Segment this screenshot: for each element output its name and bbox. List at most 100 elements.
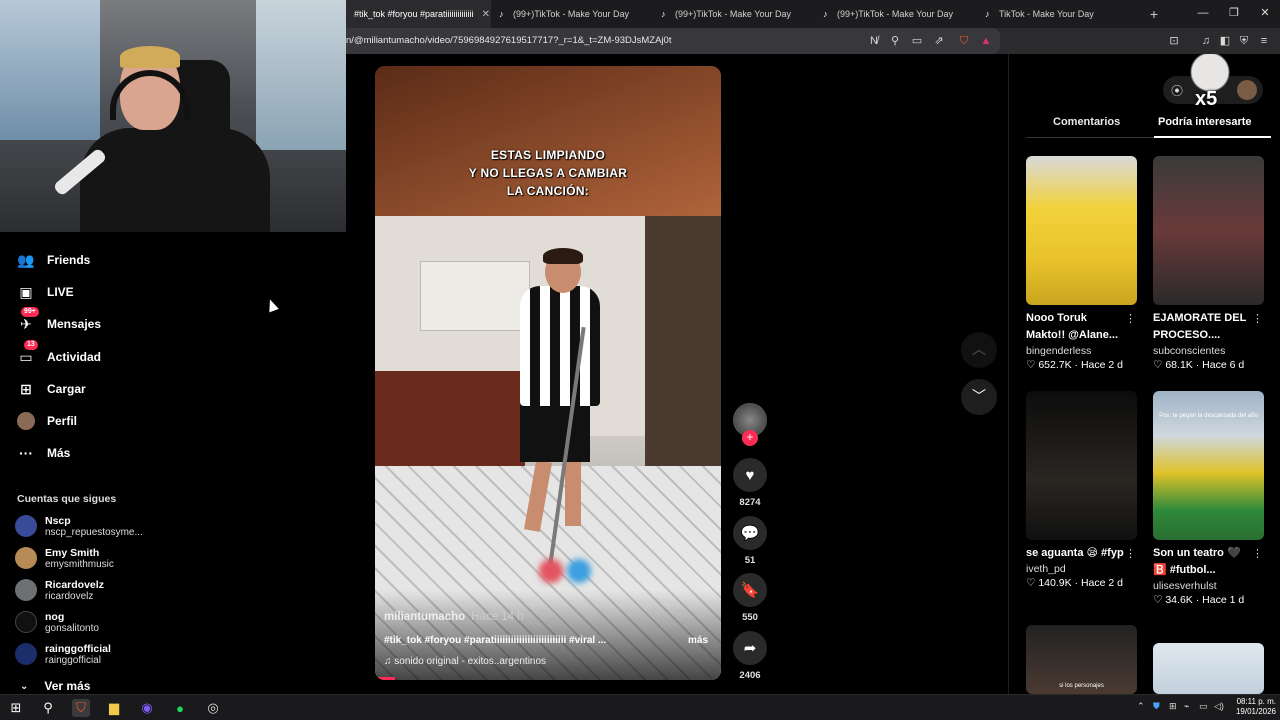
- heart-icon: ♥: [733, 458, 767, 492]
- sidebar-item-upload[interactable]: ⊞ Cargar: [17, 377, 86, 401]
- suggested-video-card[interactable]: si los personajes: [1026, 625, 1138, 694]
- sidebar-item-live[interactable]: ▣ LIVE: [17, 280, 73, 304]
- tab-label: (99+)TikTok - Make Your Day: [837, 9, 953, 19]
- new-tab-button[interactable]: +: [1139, 6, 1169, 22]
- tray-app-icon[interactable]: ⌁: [1184, 701, 1189, 712]
- more-options-icon[interactable]: ⋮: [1252, 547, 1263, 560]
- more-options-icon[interactable]: ⋮: [1252, 312, 1263, 325]
- video-author[interactable]: miliantumacho Hace 14 h: [384, 611, 524, 623]
- previous-video-button[interactable]: ︿: [961, 332, 997, 368]
- volume-icon[interactable]: ◁): [1214, 701, 1224, 712]
- share-icon[interactable]: ⇗: [931, 33, 947, 49]
- spotify-icon[interactable]: ●: [171, 699, 189, 717]
- sidebar-toggle-icon[interactable]: ⊡: [1166, 33, 1182, 49]
- browser-tab[interactable]: ♪ (99+)TikTok - Make Your Day: [653, 0, 815, 28]
- windows-taskbar: ⊞ ⚲ ⛉ ▆ ◉ ● ◎ ⌃ ⛊ ⊞ ⌁ ▭ ◁) 08:11 p. m. 1…: [0, 694, 1280, 720]
- see-more-label: Ver más: [44, 679, 91, 693]
- suggested-video-card[interactable]: [1153, 643, 1265, 694]
- browser-tab[interactable]: #tik_tok #foryou #paratiiiiiiiiiiiiii ✕: [346, 0, 491, 28]
- restore-icon[interactable]: ❐: [1217, 0, 1251, 28]
- split-view-icon[interactable]: ◧: [1217, 33, 1233, 49]
- heart-outline-icon: ♡: [1026, 359, 1039, 371]
- following-name: Ricardovelz: [45, 578, 104, 591]
- sidebar-item-profile[interactable]: Perfil: [17, 409, 77, 433]
- following-item[interactable]: Ricardovelz ricardovelz: [15, 576, 104, 604]
- next-video-button[interactable]: ﹀: [961, 379, 997, 415]
- tab-label: (99+)TikTok - Make Your Day: [513, 9, 629, 19]
- following-item[interactable]: Emy Smith emysmithmusic: [15, 544, 114, 572]
- minimize-icon[interactable]: —: [1186, 0, 1220, 28]
- browser-tab[interactable]: ♪ (99+)TikTok - Make Your Day: [815, 0, 977, 28]
- sidebar-item-more[interactable]: ··· Más: [17, 441, 70, 465]
- sidebar-item-activity[interactable]: ▭ 13 Actividad: [17, 340, 101, 369]
- sidebar-item-messages[interactable]: ✈ 99+ Mensajes: [17, 307, 101, 336]
- comment-button[interactable]: 💬 51: [733, 516, 767, 566]
- close-tab-icon[interactable]: ✕: [482, 9, 490, 20]
- browser-tab[interactable]: ♪ TikTok - Make Your Day: [977, 0, 1139, 28]
- video-thumbnail: [1026, 391, 1137, 540]
- tray-chevron-icon[interactable]: ⌃: [1137, 701, 1145, 712]
- suggested-video-card[interactable]: Pov: te pegan la descansada del año ⋮ So…: [1153, 391, 1265, 606]
- suggested-video-card[interactable]: ⋮ Nooo Toruk Makto!! @Alane... bingender…: [1026, 156, 1138, 371]
- translate-off-icon[interactable]: N̸: [866, 33, 882, 49]
- rewards-icon[interactable]: ▲: [978, 33, 994, 49]
- zoom-icon[interactable]: ⚲: [887, 33, 903, 49]
- discord-icon[interactable]: ◉: [138, 699, 156, 717]
- like-button[interactable]: ♥ 8274: [733, 458, 767, 508]
- search-icon[interactable]: ⚲: [39, 699, 57, 717]
- sidebar-item-friends[interactable]: 👥 Friends: [17, 248, 90, 272]
- tray-app-icon[interactable]: ⊞: [1169, 701, 1177, 712]
- windows-start-icon[interactable]: ⊞: [7, 699, 25, 717]
- like-count: 8274: [739, 497, 761, 508]
- description-more-link[interactable]: más: [688, 635, 708, 646]
- network-icon[interactable]: ▭: [1199, 701, 1208, 712]
- chevron-down-icon: ⌄: [20, 680, 29, 692]
- video-player[interactable]: ESTAS LIMPIANDO Y NO LLEGAS A CAMBIAR LA…: [375, 66, 721, 680]
- obs-icon[interactable]: ◎: [204, 699, 222, 717]
- following-item[interactable]: rainggofficial rainggofficial: [15, 640, 111, 668]
- messages-icon: ✈ 99+: [17, 307, 39, 333]
- comment-count: 51: [744, 555, 756, 566]
- suggested-video-card[interactable]: ⋮ se aguanta 😪 #fyp iveth_pd ♡ 140.9K · …: [1026, 391, 1138, 589]
- close-window-icon[interactable]: ✕: [1248, 0, 1280, 28]
- card-author: ulisesverhulst: [1153, 580, 1217, 592]
- follow-plus-button[interactable]: +: [742, 430, 758, 446]
- webcam-window-right: [256, 0, 346, 150]
- brave-browser-icon[interactable]: ⛉: [72, 699, 90, 717]
- webcam-window-left: [0, 0, 100, 140]
- avatar: [15, 579, 37, 601]
- video-person-hair: [543, 248, 583, 264]
- cast-icon[interactable]: ▭: [909, 33, 925, 49]
- media-icon[interactable]: ♫: [1198, 33, 1214, 49]
- following-item[interactable]: Nscp nscp_repuestosyme...: [15, 512, 143, 540]
- coins-icon[interactable]: ⦿: [1171, 82, 1183, 99]
- system-clock[interactable]: 08:11 p. m. 19/01/2026: [1226, 697, 1276, 717]
- menu-icon[interactable]: ≡: [1256, 33, 1272, 49]
- video-sound[interactable]: ♫ sonido original - exitos..argentinos: [384, 656, 546, 667]
- following-item[interactable]: nog gonsalitonto: [15, 608, 99, 636]
- brave-shield-icon[interactable]: ⛉: [956, 33, 972, 49]
- more-options-icon[interactable]: ⋮: [1125, 547, 1136, 560]
- video-description: #tik_tok #foryou #paratiiiiiiiiiiiiiiiii…: [384, 635, 607, 646]
- share-count: 2406: [739, 670, 761, 681]
- save-button[interactable]: 🔖 550: [733, 573, 767, 623]
- tray-app-icon[interactable]: ⛊: [1153, 701, 1160, 712]
- video-person-shorts: [520, 402, 590, 462]
- suggested-video-card[interactable]: ⋮ EJAMORATE DEL PROCESO.... subconscient…: [1153, 156, 1265, 371]
- share-button[interactable]: ➦ 2406: [733, 631, 767, 681]
- file-explorer-icon[interactable]: ▆: [105, 699, 123, 717]
- user-avatar[interactable]: [1237, 80, 1257, 100]
- following-name: Nscp: [45, 514, 71, 527]
- browser-tab[interactable]: ♪ (99+)TikTok - Make Your Day: [491, 0, 653, 28]
- card-title: Son un teatro 🖤 🅱️ #futbol...: [1153, 547, 1241, 576]
- see-more-button[interactable]: ⌄ Ver más: [20, 679, 90, 693]
- card-time: Hace 2 d: [1080, 359, 1123, 371]
- video-progress-bar[interactable]: [375, 677, 395, 680]
- vpn-icon[interactable]: ⛨: [1236, 33, 1252, 49]
- profile-avatar-icon: [17, 412, 35, 430]
- tab-suggested[interactable]: Podría interesarte: [1158, 116, 1252, 128]
- tab-comments[interactable]: Comentarios: [1053, 116, 1120, 128]
- card-likes: 68.1K: [1165, 359, 1193, 371]
- more-options-icon[interactable]: ⋮: [1125, 312, 1136, 325]
- chevron-up-icon: ︿: [972, 341, 986, 357]
